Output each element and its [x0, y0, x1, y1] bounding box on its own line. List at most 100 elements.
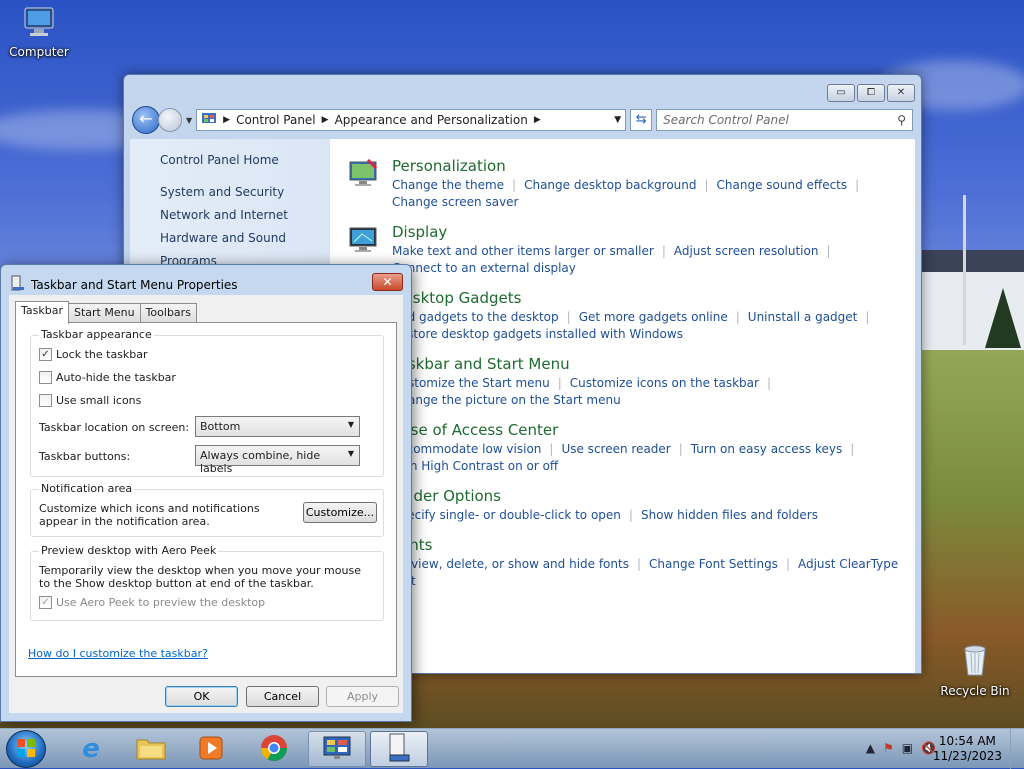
category-fonts: Fonts Preview, delete, or show and hide …	[348, 536, 915, 590]
category-title[interactable]: Display	[392, 223, 915, 241]
nav-control-panel-home[interactable]: Control Panel Home	[160, 153, 330, 167]
chevron-down-icon: ▼	[347, 449, 354, 458]
category-title[interactable]: Desktop Gadgets	[392, 289, 915, 307]
link-high-contrast[interactable]: Turn High Contrast on or off	[392, 459, 558, 473]
system-clock[interactable]: 10:54 AM 11/23/2023	[933, 734, 1002, 764]
close-button[interactable]: ✕	[887, 84, 915, 102]
group-notification-area: Notification area Customize which icons …	[30, 482, 384, 537]
desktop-icon-recycle-bin[interactable]: Recycle Bin	[937, 643, 1013, 698]
close-icon: ✕	[382, 275, 393, 289]
breadcrumb-control-panel[interactable]: Control Panel	[236, 113, 316, 127]
link-customize-taskbar-icons[interactable]: Customize icons on the taskbar	[570, 376, 759, 390]
link-change-screen-saver[interactable]: Change screen saver	[392, 195, 519, 209]
category-title[interactable]: Personalization	[392, 157, 915, 175]
taskbar-file-explorer[interactable]	[122, 731, 180, 767]
recent-pages-dropdown[interactable]: ▼	[186, 116, 192, 125]
checkbox-box[interactable]	[39, 371, 52, 384]
taskbar-taskbar-properties[interactable]	[370, 731, 428, 767]
taskbar-properties-dialog: Taskbar and Start Menu Properties ✕ Task…	[0, 264, 412, 722]
small-icons-checkbox[interactable]: Use small icons	[39, 394, 141, 407]
cancel-button[interactable]: Cancel	[246, 686, 319, 707]
taskbar-media-player[interactable]	[182, 731, 240, 767]
taskbar-location-select[interactable]: Bottom ▼	[195, 416, 360, 437]
chevron-down-icon[interactable]: ▼	[614, 115, 621, 125]
taskbar-internet-explorer[interactable]: e	[62, 731, 120, 767]
category-title[interactable]: Ease of Access Center	[392, 421, 915, 439]
link-start-menu-picture[interactable]: Change the picture on the Start menu	[392, 393, 621, 407]
taskbar-chrome[interactable]	[245, 731, 303, 767]
link-uninstall-gadget[interactable]: Uninstall a gadget	[748, 310, 858, 324]
category-desktop-gadgets: Desktop Gadgets Add gadgets to the deskt…	[348, 289, 915, 343]
category-title[interactable]: Fonts	[392, 536, 915, 554]
maximize-button[interactable]: ⧠	[857, 84, 885, 102]
taskbar-buttons-select[interactable]: Always combine, hide labels ▼	[195, 445, 360, 475]
action-center-flag-icon[interactable]: ⚑	[883, 741, 894, 755]
apply-button[interactable]: Apply	[326, 686, 399, 707]
chevron-right-icon[interactable]: ▶	[223, 115, 230, 125]
desktop-icon-computer[interactable]: Computer	[1, 6, 77, 59]
link-preview-fonts[interactable]: Preview, delete, or show and hide fonts	[392, 557, 629, 571]
group-taskbar-appearance: Taskbar appearance ✓ Lock the taskbar Au…	[30, 328, 384, 477]
chevron-right-icon[interactable]: ▶	[534, 115, 541, 125]
category-title[interactable]: Folder Options	[392, 487, 915, 505]
link-low-vision[interactable]: Accommodate low vision	[392, 442, 541, 456]
network-icon[interactable]: ▣	[902, 741, 913, 755]
select-value: Bottom	[200, 420, 241, 433]
tab-taskbar[interactable]: Taskbar	[15, 301, 69, 324]
category-title[interactable]: Taskbar and Start Menu	[392, 355, 915, 373]
start-button[interactable]	[6, 730, 46, 768]
nav-hardware-sound[interactable]: Hardware and Sound	[160, 231, 330, 245]
link-get-more-gadgets[interactable]: Get more gadgets online	[579, 310, 728, 324]
link-text-size[interactable]: Make text and other items larger or smal…	[392, 244, 654, 258]
navigation-bar: ← ▼ ▶ Control Panel ▶ Appearance and Per…	[132, 106, 913, 134]
search-input[interactable]: Search Control Panel ⚲	[656, 109, 913, 131]
nav-system-security[interactable]: System and Security	[160, 185, 330, 199]
ok-button[interactable]: OK	[165, 686, 238, 707]
link-screen-resolution[interactable]: Adjust screen resolution	[674, 244, 819, 258]
forward-button[interactable]	[158, 108, 182, 132]
checkbox-box[interactable]: ✓	[39, 348, 52, 361]
checkbox-box[interactable]	[39, 394, 52, 407]
display-icon	[348, 225, 380, 255]
search-icon[interactable]: ⚲	[897, 113, 906, 127]
tab-start-menu[interactable]: Start Menu	[68, 303, 141, 323]
link-change-desktop-background[interactable]: Change desktop background	[524, 178, 696, 192]
help-link[interactable]: How do I customize the taskbar?	[28, 647, 208, 660]
window-caption-buttons: ▭ ⧠ ✕	[827, 84, 915, 102]
dialog-close-button[interactable]: ✕	[372, 273, 403, 291]
search-placeholder: Search Control Panel	[663, 113, 789, 127]
breadcrumb-appearance[interactable]: Appearance and Personalization	[335, 113, 528, 127]
link-external-display[interactable]: Connect to an external display	[392, 261, 576, 275]
link-change-sound-effects[interactable]: Change sound effects	[717, 178, 848, 192]
link-easy-access-keys[interactable]: Turn on easy access keys	[691, 442, 842, 456]
desktop-icon-label: Computer	[9, 45, 69, 59]
lock-taskbar-checkbox[interactable]: ✓ Lock the taskbar	[39, 348, 148, 361]
refresh-button[interactable]: ⇆	[630, 109, 653, 131]
link-customize-start-menu[interactable]: Customize the Start menu	[392, 376, 550, 390]
link-add-gadgets[interactable]: Add gadgets to the desktop	[392, 310, 559, 324]
internet-explorer-icon: e	[82, 734, 100, 764]
category-personalization: Personalization Change the theme | Change …	[348, 157, 915, 211]
group-heading: Taskbar appearance	[39, 328, 154, 341]
category-display: Display Make text and other items larger…	[348, 223, 915, 277]
tab-toolbars[interactable]: Toolbars	[139, 303, 197, 323]
link-screen-reader[interactable]: Use screen reader	[561, 442, 670, 456]
link-change-theme[interactable]: Change the theme	[392, 178, 504, 192]
link-restore-gadgets[interactable]: Restore desktop gadgets installed with W…	[392, 327, 683, 341]
back-arrow-icon: ←	[139, 109, 153, 128]
link-hidden-files[interactable]: Show hidden files and folders	[641, 508, 818, 522]
address-bar[interactable]: ▶ Control Panel ▶ Appearance and Persona…	[196, 109, 627, 131]
link-font-settings[interactable]: Change Font Settings	[649, 557, 778, 571]
link-single-double-click[interactable]: Specify single- or double-click to open	[392, 508, 621, 522]
nav-network-internet[interactable]: Network and Internet	[160, 208, 330, 222]
show-hidden-icons-icon[interactable]: ▲	[866, 741, 875, 755]
back-button[interactable]: ←	[132, 106, 160, 134]
category-ease-of-access: Ease of Access Center Accommodate low vi…	[348, 421, 915, 475]
customize-button[interactable]: Customize...	[303, 502, 377, 523]
minimize-button[interactable]: ▭	[827, 84, 855, 102]
notification-tray: ▲ ⚑ ▣ 🔇	[866, 741, 936, 755]
show-desktop-button[interactable]	[1010, 729, 1024, 769]
chevron-right-icon[interactable]: ▶	[322, 115, 329, 125]
taskbar-control-panel[interactable]	[308, 731, 366, 767]
autohide-taskbar-checkbox[interactable]: Auto-hide the taskbar	[39, 371, 176, 384]
